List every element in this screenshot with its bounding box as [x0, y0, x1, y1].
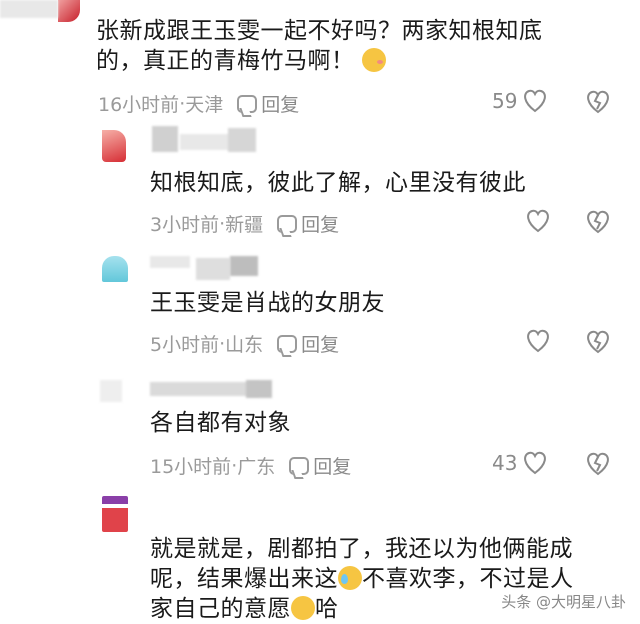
broken-heart-icon: [587, 452, 609, 476]
reply-icon: [237, 94, 258, 113]
comment-location: 山东: [225, 334, 264, 356]
crying-emoji-icon: [338, 566, 362, 590]
dislike-button[interactable]: [584, 451, 612, 477]
like-button[interactable]: 59: [492, 88, 549, 114]
broken-heart-icon: [587, 210, 609, 234]
reply-icon: [277, 214, 298, 233]
comment-meta: 16小时前 · 天津 回复: [98, 90, 299, 117]
heart-icon: [527, 329, 549, 353]
dislike-button[interactable]: [584, 329, 612, 355]
avatar[interactable]: [102, 256, 128, 282]
avatar[interactable]: [102, 130, 126, 162]
username-blurred: [196, 258, 230, 280]
username-blurred: [152, 126, 178, 152]
heart-icon: [524, 89, 547, 113]
reply-button[interactable]: 回复: [277, 330, 339, 357]
dislike-button[interactable]: [584, 89, 612, 115]
smiling-emoji-icon: [291, 596, 315, 620]
username-blurred: [150, 256, 190, 268]
comment-location: 天津: [185, 94, 224, 116]
username-blurred: [228, 128, 256, 152]
reply-icon: [289, 456, 310, 475]
reply-button[interactable]: 回复: [289, 452, 351, 479]
comment-text: 王玉雯是肖战的女朋友: [150, 290, 385, 316]
comment-meta: 15小时前 · 广东 回复: [150, 452, 351, 479]
comment-time: 15小时前: [150, 456, 232, 478]
broken-heart-icon: [587, 90, 609, 114]
comment-time: 16小时前: [98, 94, 180, 116]
username-blurred: [0, 0, 58, 18]
dislike-button[interactable]: [584, 209, 612, 235]
comment-text: 张新成跟王玉雯一起不好吗？两家知根知底 的，真正的青梅竹马啊！: [96, 18, 543, 74]
comment-meta: 5小时前 · 山东 回复: [150, 330, 339, 357]
like-count: 59: [492, 89, 518, 113]
like-count: 43: [492, 451, 518, 475]
username-blurred: [230, 256, 258, 276]
comment-text: 知根知底，彼此了解，心里没有彼此: [150, 170, 526, 196]
like-button[interactable]: [524, 328, 552, 354]
comment-time: 3小时前: [150, 214, 220, 236]
username-blurred: [246, 380, 272, 398]
comment-location: 新疆: [225, 214, 264, 236]
comment-time: 5小时前: [150, 334, 220, 356]
comment-text: 各自都有对象: [150, 410, 291, 436]
avatar[interactable]: [102, 496, 128, 532]
smiling-emoji-icon: [362, 48, 387, 72]
heart-icon: [527, 209, 549, 233]
username-blurred: [100, 380, 122, 402]
watermark: 头条 @大明星八卦: [501, 593, 626, 611]
like-button[interactable]: [524, 208, 552, 234]
username-blurred: [150, 382, 260, 396]
comment-meta: 3小时前 · 新疆 回复: [150, 210, 339, 237]
reply-icon: [277, 334, 298, 353]
reply-button[interactable]: 回复: [277, 210, 339, 237]
comment-location: 广东: [237, 456, 276, 478]
like-button[interactable]: 43: [492, 450, 549, 476]
reply-button[interactable]: 回复: [237, 90, 299, 117]
avatar[interactable]: [58, 0, 80, 22]
broken-heart-icon: [587, 330, 609, 354]
heart-icon: [524, 451, 547, 475]
